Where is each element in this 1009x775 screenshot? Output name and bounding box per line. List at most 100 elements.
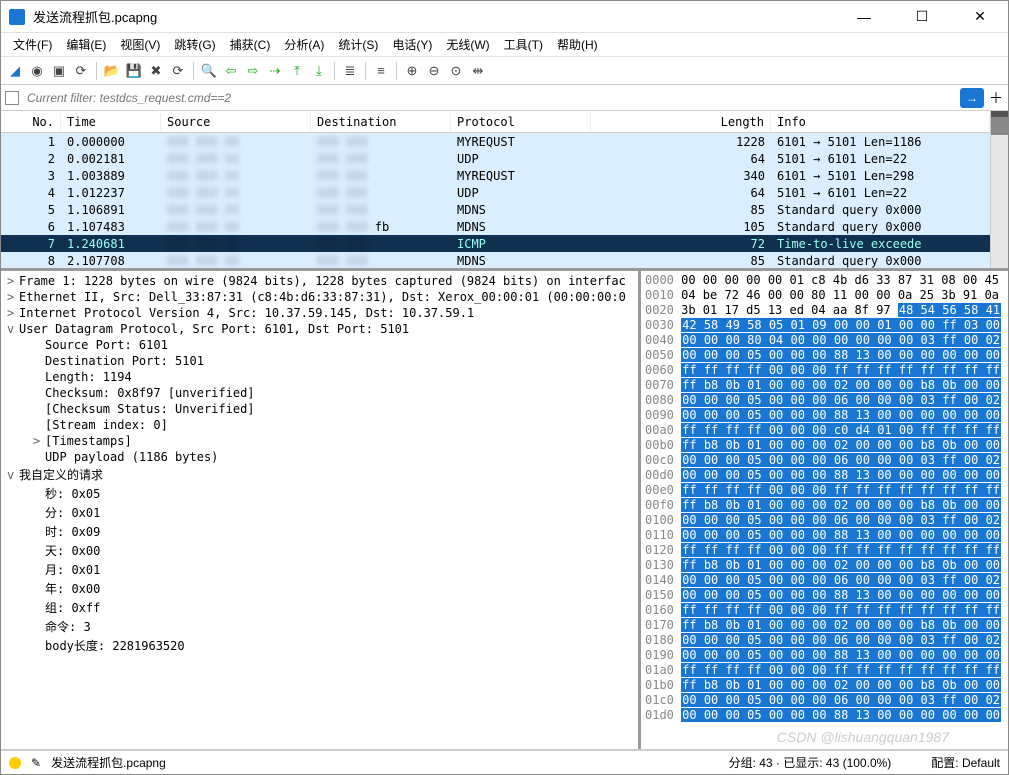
hex-row[interactable]: 0040 00 00 00 80 04 00 00 00 00 00 00 03… <box>645 333 1004 348</box>
menu-item[interactable]: 编辑(E) <box>60 34 112 55</box>
col-no[interactable]: No. <box>1 113 61 131</box>
menu-item[interactable]: 无线(W) <box>440 34 495 55</box>
zoom-in-icon[interactable]: ⊕ <box>402 61 422 81</box>
edit-icon[interactable]: ✎ <box>31 756 41 770</box>
tree-node[interactable]: >Frame 1: 1228 bytes on wire (9824 bits)… <box>1 273 638 289</box>
packet-list-scrollbar[interactable] <box>990 111 1008 268</box>
menu-item[interactable]: 工具(T) <box>498 34 549 55</box>
hex-row[interactable]: 0020 3b 01 17 d5 13 ed 04 aa 8f 97 48 54… <box>645 303 1004 318</box>
tree-node[interactable]: 天: 0x00 <box>1 541 638 560</box>
tree-node[interactable]: [Stream index: 0] <box>1 417 638 433</box>
col-source[interactable]: Source <box>161 113 311 131</box>
colorize-icon[interactable]: ≡ <box>371 61 391 81</box>
hex-row[interactable]: 0130 ff b8 0b 01 00 00 00 02 00 00 00 b8… <box>645 558 1004 573</box>
menu-item[interactable]: 电话(Y) <box>386 34 438 55</box>
col-info[interactable]: Info <box>771 113 990 131</box>
hex-row[interactable]: 0000 00 00 00 00 00 01 c8 4b d6 33 87 31… <box>645 273 1004 288</box>
hex-row[interactable]: 0030 42 58 49 58 05 01 09 00 00 01 00 00… <box>645 318 1004 333</box>
close-file-icon[interactable]: ✖ <box>146 61 166 81</box>
tree-node[interactable]: >Internet Protocol Version 4, Src: 10.37… <box>1 305 638 321</box>
go-forward-icon[interactable]: ⇨ <box>243 61 263 81</box>
packet-row[interactable]: 82.107708XXX XXX XX XXX XXX MDNS85Standa… <box>1 252 990 268</box>
restart-capture-icon[interactable]: ⟳ <box>71 61 91 81</box>
menu-item[interactable]: 统计(S) <box>332 34 384 55</box>
hex-row[interactable]: 0080 00 00 00 05 00 00 00 06 00 00 00 03… <box>645 393 1004 408</box>
hex-row[interactable]: 00b0 ff b8 0b 01 00 00 00 02 00 00 00 b8… <box>645 438 1004 453</box>
hex-row[interactable]: 0060 ff ff ff ff 00 00 00 ff ff ff ff ff… <box>645 363 1004 378</box>
hex-row[interactable]: 0010 04 be 72 46 00 00 80 11 00 00 0a 25… <box>645 288 1004 303</box>
tree-node[interactable]: Destination Port: 5101 <box>1 353 638 369</box>
go-last-icon[interactable]: ⤓ <box>309 61 329 81</box>
tree-node[interactable]: Length: 1194 <box>1 369 638 385</box>
tree-node[interactable]: UDP payload (1186 bytes) <box>1 449 638 465</box>
save-file-icon[interactable]: 💾 <box>124 61 144 81</box>
go-first-icon[interactable]: ⤒ <box>287 61 307 81</box>
tree-node[interactable]: 年: 0x00 <box>1 579 638 598</box>
menu-item[interactable]: 跳转(G) <box>168 34 221 55</box>
hex-row[interactable]: 0180 00 00 00 05 00 00 00 06 00 00 00 03… <box>645 633 1004 648</box>
hex-row[interactable]: 0120 ff ff ff ff 00 00 00 ff ff ff ff ff… <box>645 543 1004 558</box>
bookmark-icon[interactable] <box>5 91 19 105</box>
tree-node[interactable]: >[Timestamps] <box>1 433 638 449</box>
hex-row[interactable]: 00a0 ff ff ff ff 00 00 00 c0 d4 01 00 ff… <box>645 423 1004 438</box>
hex-row[interactable]: 00d0 00 00 00 05 00 00 00 88 13 00 00 00… <box>645 468 1004 483</box>
packet-row[interactable]: 41.012237XXX XXX XX XXX XXX UDP645101 → … <box>1 184 990 201</box>
tree-node[interactable]: v我自定义的请求 <box>1 465 638 484</box>
tree-node[interactable]: Source Port: 6101 <box>1 337 638 353</box>
hex-row[interactable]: 01d0 00 00 00 05 00 00 00 88 13 00 00 00… <box>645 708 1004 723</box>
stop-capture-icon[interactable]: ▣ <box>49 61 69 81</box>
maximize-button[interactable]: ☐ <box>902 3 942 31</box>
packet-details-tree[interactable]: >Frame 1: 1228 bytes on wire (9824 bits)… <box>1 271 641 749</box>
zoom-out-icon[interactable]: ⊖ <box>424 61 444 81</box>
packet-row[interactable]: 71.240681XXX XXX XX XXX XXX ICMP72Time-t… <box>1 235 990 252</box>
find-icon[interactable]: 🔍 <box>199 61 219 81</box>
tree-node[interactable]: Checksum: 0x8f97 [unverified] <box>1 385 638 401</box>
tree-node[interactable]: >Ethernet II, Src: Dell_33:87:31 (c8:4b:… <box>1 289 638 305</box>
packet-bytes-hex[interactable]: 0000 00 00 00 00 00 01 c8 4b d6 33 87 31… <box>641 271 1008 749</box>
zoom-reset-icon[interactable]: ⊙ <box>446 61 466 81</box>
packet-row[interactable]: 10.000000XXX XXX XX XXX XXX MYREQUST1228… <box>1 133 990 150</box>
display-filter-input[interactable] <box>23 89 956 107</box>
hex-row[interactable]: 00c0 00 00 00 05 00 00 00 06 00 00 00 03… <box>645 453 1004 468</box>
expert-info-icon[interactable] <box>9 757 21 769</box>
col-protocol[interactable]: Protocol <box>451 113 591 131</box>
status-profile[interactable]: 配置: Default <box>931 754 1000 771</box>
menu-item[interactable]: 捕获(C) <box>224 34 277 55</box>
go-back-icon[interactable]: ⇦ <box>221 61 241 81</box>
hex-row[interactable]: 0160 ff ff ff ff 00 00 00 ff ff ff ff ff… <box>645 603 1004 618</box>
resize-columns-icon[interactable]: ⇹ <box>468 61 488 81</box>
reload-icon[interactable]: ⟳ <box>168 61 188 81</box>
packet-row[interactable]: 61.107483XXX XXX XX XXX XXX fbMDNS105Sta… <box>1 218 990 235</box>
start-capture-icon[interactable]: ◉ <box>27 61 47 81</box>
tree-node[interactable]: body长度: 2281963520 <box>1 636 638 655</box>
hex-row[interactable]: 01b0 ff b8 0b 01 00 00 00 02 00 00 00 b8… <box>645 678 1004 693</box>
tree-node[interactable]: [Checksum Status: Unverified] <box>1 401 638 417</box>
menu-item[interactable]: 分析(A) <box>278 34 330 55</box>
go-to-icon[interactable]: ⇢ <box>265 61 285 81</box>
hex-row[interactable]: 01c0 00 00 00 05 00 00 00 06 00 00 00 03… <box>645 693 1004 708</box>
menu-item[interactable]: 视图(V) <box>114 34 166 55</box>
open-file-icon[interactable]: 📂 <box>102 61 122 81</box>
apply-filter-button[interactable]: → <box>960 88 984 108</box>
hex-row[interactable]: 0190 00 00 00 05 00 00 00 88 13 00 00 00… <box>645 648 1004 663</box>
hex-row[interactable]: 0100 00 00 00 05 00 00 00 06 00 00 00 03… <box>645 513 1004 528</box>
hex-row[interactable]: 0050 00 00 00 05 00 00 00 88 13 00 00 00… <box>645 348 1004 363</box>
hex-row[interactable]: 0140 00 00 00 05 00 00 00 06 00 00 00 03… <box>645 573 1004 588</box>
tree-node[interactable]: 命令: 3 <box>1 617 638 636</box>
close-button[interactable]: ✕ <box>960 3 1000 31</box>
shark-fin-icon[interactable]: ◢ <box>5 61 25 81</box>
menu-item[interactable]: 帮助(H) <box>551 34 604 55</box>
packet-row[interactable]: 31.003889XXX XXX XX XXX XXX MYREQUST3406… <box>1 167 990 184</box>
hex-row[interactable]: 0150 00 00 00 05 00 00 00 88 13 00 00 00… <box>645 588 1004 603</box>
packet-row[interactable]: 51.106891XXX XXX XX XXX XXX MDNS85Standa… <box>1 201 990 218</box>
col-destination[interactable]: Destination <box>311 113 451 131</box>
packet-row[interactable]: 20.002181XXX XXX XX XXX XXX UDP645101 → … <box>1 150 990 167</box>
hex-row[interactable]: 00e0 ff ff ff ff 00 00 00 ff ff ff ff ff… <box>645 483 1004 498</box>
tree-node[interactable]: 月: 0x01 <box>1 560 638 579</box>
hex-row[interactable]: 00f0 ff b8 0b 01 00 00 00 02 00 00 00 b8… <box>645 498 1004 513</box>
tree-node[interactable]: vUser Datagram Protocol, Src Port: 6101,… <box>1 321 638 337</box>
hex-row[interactable]: 0090 00 00 00 05 00 00 00 88 13 00 00 00… <box>645 408 1004 423</box>
hex-row[interactable]: 0070 ff b8 0b 01 00 00 00 02 00 00 00 b8… <box>645 378 1004 393</box>
hex-row[interactable]: 0170 ff b8 0b 01 00 00 00 02 00 00 00 b8… <box>645 618 1004 633</box>
col-time[interactable]: Time <box>61 113 161 131</box>
